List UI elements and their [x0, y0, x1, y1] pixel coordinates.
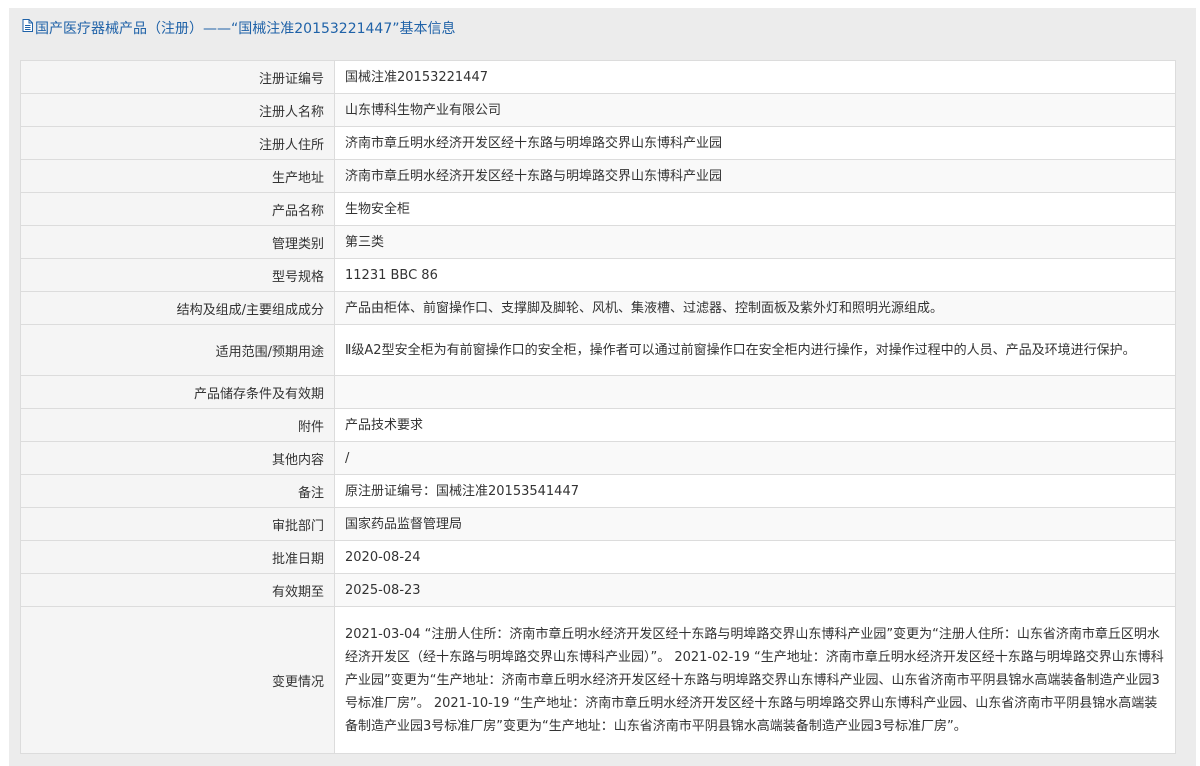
row-value: 2020-08-24 — [334, 540, 1176, 574]
table-row: 批准日期 2020-08-24 — [20, 540, 1176, 574]
document-icon — [22, 8, 33, 49]
row-label: 生产地址 — [20, 159, 335, 193]
row-label: 注册证编号 — [20, 60, 335, 94]
row-value: 产品由柜体、前窗操作口、支撑脚及脚轮、风机、集液槽、过滤器、控制面板及紫外灯和照… — [334, 291, 1176, 325]
row-value: 山东博科生物产业有限公司 — [334, 93, 1176, 127]
row-value: 产品技术要求 — [334, 408, 1176, 442]
row-label: 其他内容 — [20, 441, 335, 475]
row-label: 适用范围/预期用途 — [20, 324, 335, 376]
table-row: 适用范围/预期用途 Ⅱ级A2型安全柜为有前窗操作口的安全柜，操作者可以通过前窗操… — [20, 324, 1176, 376]
row-label: 备注 — [20, 474, 335, 508]
table-row: 备注 原注册证编号：国械注准20153541447 — [20, 474, 1176, 508]
row-value: 济南市章丘明水经济开发区经十东路与明埠路交界山东博科产业园 — [334, 126, 1176, 160]
info-table: 注册证编号 国械注准20153221447 注册人名称 山东博科生物产业有限公司… — [20, 60, 1176, 754]
page-title: 国产医疗器械产品（注册）——“国械注准20153221447”基本信息 — [35, 21, 456, 37]
table-row: 变更情况 2021-03-04 “注册人住所：济南市章丘明水经济开发区经十东路与… — [20, 606, 1176, 754]
row-label: 产品储存条件及有效期 — [20, 375, 335, 409]
detail-panel: 国产医疗器械产品（注册）——“国械注准20153221447”基本信息 注册证编… — [9, 8, 1196, 766]
table-row: 有效期至 2025-08-23 — [20, 573, 1176, 607]
table-row: 型号规格 11231 BBC 86 — [20, 258, 1176, 292]
row-value — [334, 375, 1176, 409]
table-row: 生产地址 济南市章丘明水经济开发区经十东路与明埠路交界山东博科产业园 — [20, 159, 1176, 193]
row-value: 济南市章丘明水经济开发区经十东路与明埠路交界山东博科产业园 — [334, 159, 1176, 193]
table-row: 产品名称 生物安全柜 — [20, 192, 1176, 226]
row-value: 原注册证编号：国械注准20153541447 — [334, 474, 1176, 508]
row-label: 结构及组成/主要组成成分 — [20, 291, 335, 325]
table-row: 注册人名称 山东博科生物产业有限公司 — [20, 93, 1176, 127]
table-row: 管理类别 第三类 — [20, 225, 1176, 259]
row-label: 注册人住所 — [20, 126, 335, 160]
table-row: 产品储存条件及有效期 — [20, 375, 1176, 409]
row-label: 产品名称 — [20, 192, 335, 226]
panel-header: 国产医疗器械产品（注册）——“国械注准20153221447”基本信息 — [9, 8, 1196, 50]
row-value: 2021-03-04 “注册人住所：济南市章丘明水经济开发区经十东路与明埠路交界… — [334, 606, 1176, 754]
table-row: 结构及组成/主要组成成分 产品由柜体、前窗操作口、支撑脚及脚轮、风机、集液槽、过… — [20, 291, 1176, 325]
row-value: / — [334, 441, 1176, 475]
row-label: 批准日期 — [20, 540, 335, 574]
row-label: 变更情况 — [20, 606, 335, 754]
row-value: 11231 BBC 86 — [334, 258, 1176, 292]
row-value: 生物安全柜 — [334, 192, 1176, 226]
row-label: 附件 — [20, 408, 335, 442]
row-label: 有效期至 — [20, 573, 335, 607]
table-row: 审批部门 国家药品监督管理局 — [20, 507, 1176, 541]
row-label: 管理类别 — [20, 225, 335, 259]
table-row: 注册人住所 济南市章丘明水经济开发区经十东路与明埠路交界山东博科产业园 — [20, 126, 1176, 160]
table-row: 注册证编号 国械注准20153221447 — [20, 60, 1176, 94]
table-row: 其他内容 / — [20, 441, 1176, 475]
table-row: 附件 产品技术要求 — [20, 408, 1176, 442]
row-value: 国械注准20153221447 — [334, 60, 1176, 94]
row-label: 审批部门 — [20, 507, 335, 541]
row-value: Ⅱ级A2型安全柜为有前窗操作口的安全柜，操作者可以通过前窗操作口在安全柜内进行操… — [334, 324, 1176, 376]
row-value: 第三类 — [334, 225, 1176, 259]
row-label: 型号规格 — [20, 258, 335, 292]
info-table-wrapper: 注册证编号 国械注准20153221447 注册人名称 山东博科生物产业有限公司… — [20, 60, 1176, 754]
row-value: 国家药品监督管理局 — [334, 507, 1176, 541]
row-value: 2025-08-23 — [334, 573, 1176, 607]
row-label: 注册人名称 — [20, 93, 335, 127]
